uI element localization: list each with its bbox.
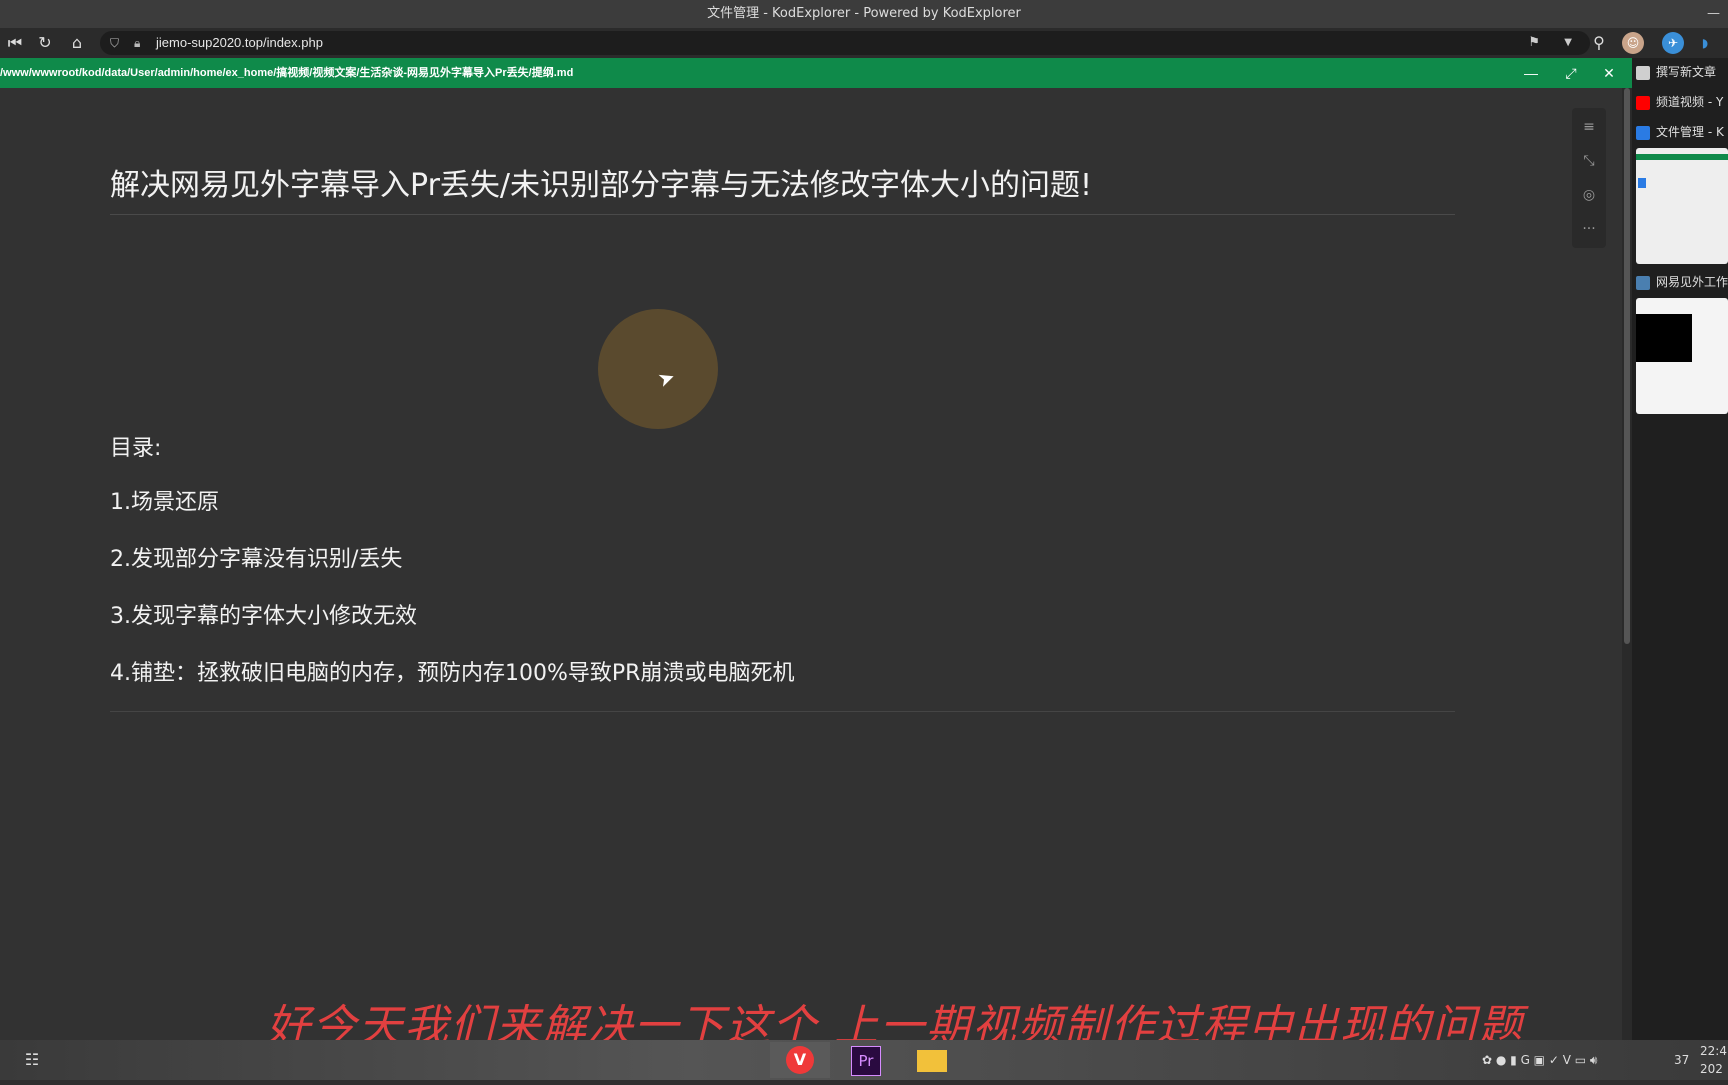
scrollbar[interactable]: [1622, 88, 1632, 1040]
tab-thumbnail[interactable]: [1636, 148, 1728, 264]
taskbar-app-explorer[interactable]: [902, 1042, 962, 1078]
home-icon[interactable]: ⌂: [66, 32, 88, 54]
sidebar-toggle-icon[interactable]: ⏮: [4, 32, 26, 54]
taskbar: ☷ V Pr ✿ ● ▮ G ▣ ✓ V ▭ 🔊︎ 37 22:4 202: [0, 1040, 1728, 1080]
lock-icon[interactable]: 🔒︎: [134, 31, 140, 55]
tray-temp: 37: [1674, 1053, 1690, 1067]
address-bar[interactable]: ⛉ 🔒︎ jiemo-sup2020.top/index.php ⚑ ▼: [100, 31, 1590, 55]
search-icon[interactable]: ⚲: [1588, 32, 1610, 54]
editor-maximize-button[interactable]: ⤢: [1562, 58, 1580, 88]
netease-icon: [1636, 275, 1650, 290]
menu-icon[interactable]: ≡: [1572, 112, 1606, 142]
side-tab-label: 文件管理 - K: [1656, 125, 1724, 139]
side-tab[interactable]: 文件管理 - K: [1636, 120, 1728, 144]
toc-item: 1.场景还原: [110, 490, 219, 515]
side-tab[interactable]: 撰写新文章: [1636, 60, 1728, 84]
side-tab-label: 撰写新文章: [1656, 65, 1717, 79]
premiere-icon: Pr: [851, 1046, 881, 1076]
tab-thumbnail[interactable]: [1636, 298, 1728, 414]
markdown-preview: 解决网易见外字幕导入Pr丢失/未识别部分字幕与无法修改字体大小的问题! 目录: …: [0, 88, 1622, 1040]
side-tab-panel: 撰写新文章 频道视频 - Y 文件管理 - K 网易见外工作: [1632, 58, 1728, 1040]
side-tab[interactable]: 频道视频 - Y: [1636, 90, 1728, 114]
taskbar-app-vivaldi[interactable]: V: [770, 1042, 830, 1078]
divider: [110, 711, 1455, 712]
clock-date: 202: [1700, 1062, 1723, 1076]
reload-icon[interactable]: ↻: [34, 32, 56, 54]
window-titlebar: 文件管理 - KodExplorer - Powered by KodExplo…: [0, 0, 1728, 28]
window-minimize-button[interactable]: —: [1707, 0, 1720, 28]
side-tab-label: 频道视频 - Y: [1656, 95, 1724, 109]
toc-item: 4.铺垫：拯救破旧电脑的内存，预防内存100%导致PR崩溃或电脑死机: [110, 661, 795, 686]
eye-hide-icon[interactable]: ◎: [1572, 180, 1606, 210]
bookmark-icon[interactable]: ⚑: [1528, 31, 1540, 55]
editor-path-bar: /www/wwwroot/kod/data/User/admin/home/ex…: [0, 58, 1632, 88]
document-title: 解决网易见外字幕导入Pr丢失/未识别部分字幕与无法修改字体大小的问题!: [110, 166, 1455, 215]
folder-icon: [917, 1050, 947, 1072]
side-tab[interactable]: 网易见外工作: [1636, 270, 1728, 294]
preview-toolbar: ≡ ⤡ ◎ ···: [1572, 108, 1606, 248]
side-tab-label: 网易见外工作: [1656, 275, 1728, 289]
doc-icon: [1636, 65, 1650, 80]
file-path: /www/wwwroot/kod/data/User/admin/home/ex…: [0, 67, 574, 79]
more-icon[interactable]: ···: [1572, 214, 1606, 244]
scrollbar-thumb[interactable]: [1624, 88, 1630, 644]
kod-icon: [1636, 125, 1650, 140]
browser-navbar: ⏮ ↻ ⌂ ⛉ 🔒︎ jiemo-sup2020.top/index.php ⚑…: [0, 28, 1728, 58]
address-dropdown-icon[interactable]: ▼: [1564, 31, 1572, 55]
toc-heading: 目录:: [110, 436, 162, 461]
tray-icons[interactable]: ✿ ● ▮ G ▣ ✓ V ▭ 🔊︎: [1482, 1040, 1597, 1080]
translate-icon[interactable]: ◗: [1694, 32, 1716, 54]
youtube-icon: [1636, 95, 1650, 110]
taskbar-app-premiere[interactable]: Pr: [836, 1042, 896, 1078]
url-text[interactable]: jiemo-sup2020.top/index.php: [156, 31, 323, 55]
clock[interactable]: 22:4 202: [1700, 1042, 1727, 1082]
vivaldi-icon: V: [786, 1046, 814, 1074]
task-view-icon[interactable]: ☷: [8, 1042, 56, 1078]
profile-avatar[interactable]: ☺: [1622, 32, 1644, 54]
clock-time: 22:4: [1700, 1044, 1727, 1058]
editor-close-button[interactable]: ✕: [1600, 58, 1618, 88]
toc-item: 2.发现部分字幕没有识别/丢失: [110, 547, 403, 572]
collapse-icon[interactable]: ⤡: [1572, 146, 1606, 176]
window-title: 文件管理 - KodExplorer - Powered by KodExplo…: [707, 6, 1021, 21]
editor-minimize-button[interactable]: —: [1522, 58, 1540, 88]
shield-icon[interactable]: ⛉: [110, 31, 119, 55]
extension-icon[interactable]: ✈: [1662, 32, 1684, 54]
toc-item: 3.发现字幕的字体大小修改无效: [110, 604, 417, 629]
